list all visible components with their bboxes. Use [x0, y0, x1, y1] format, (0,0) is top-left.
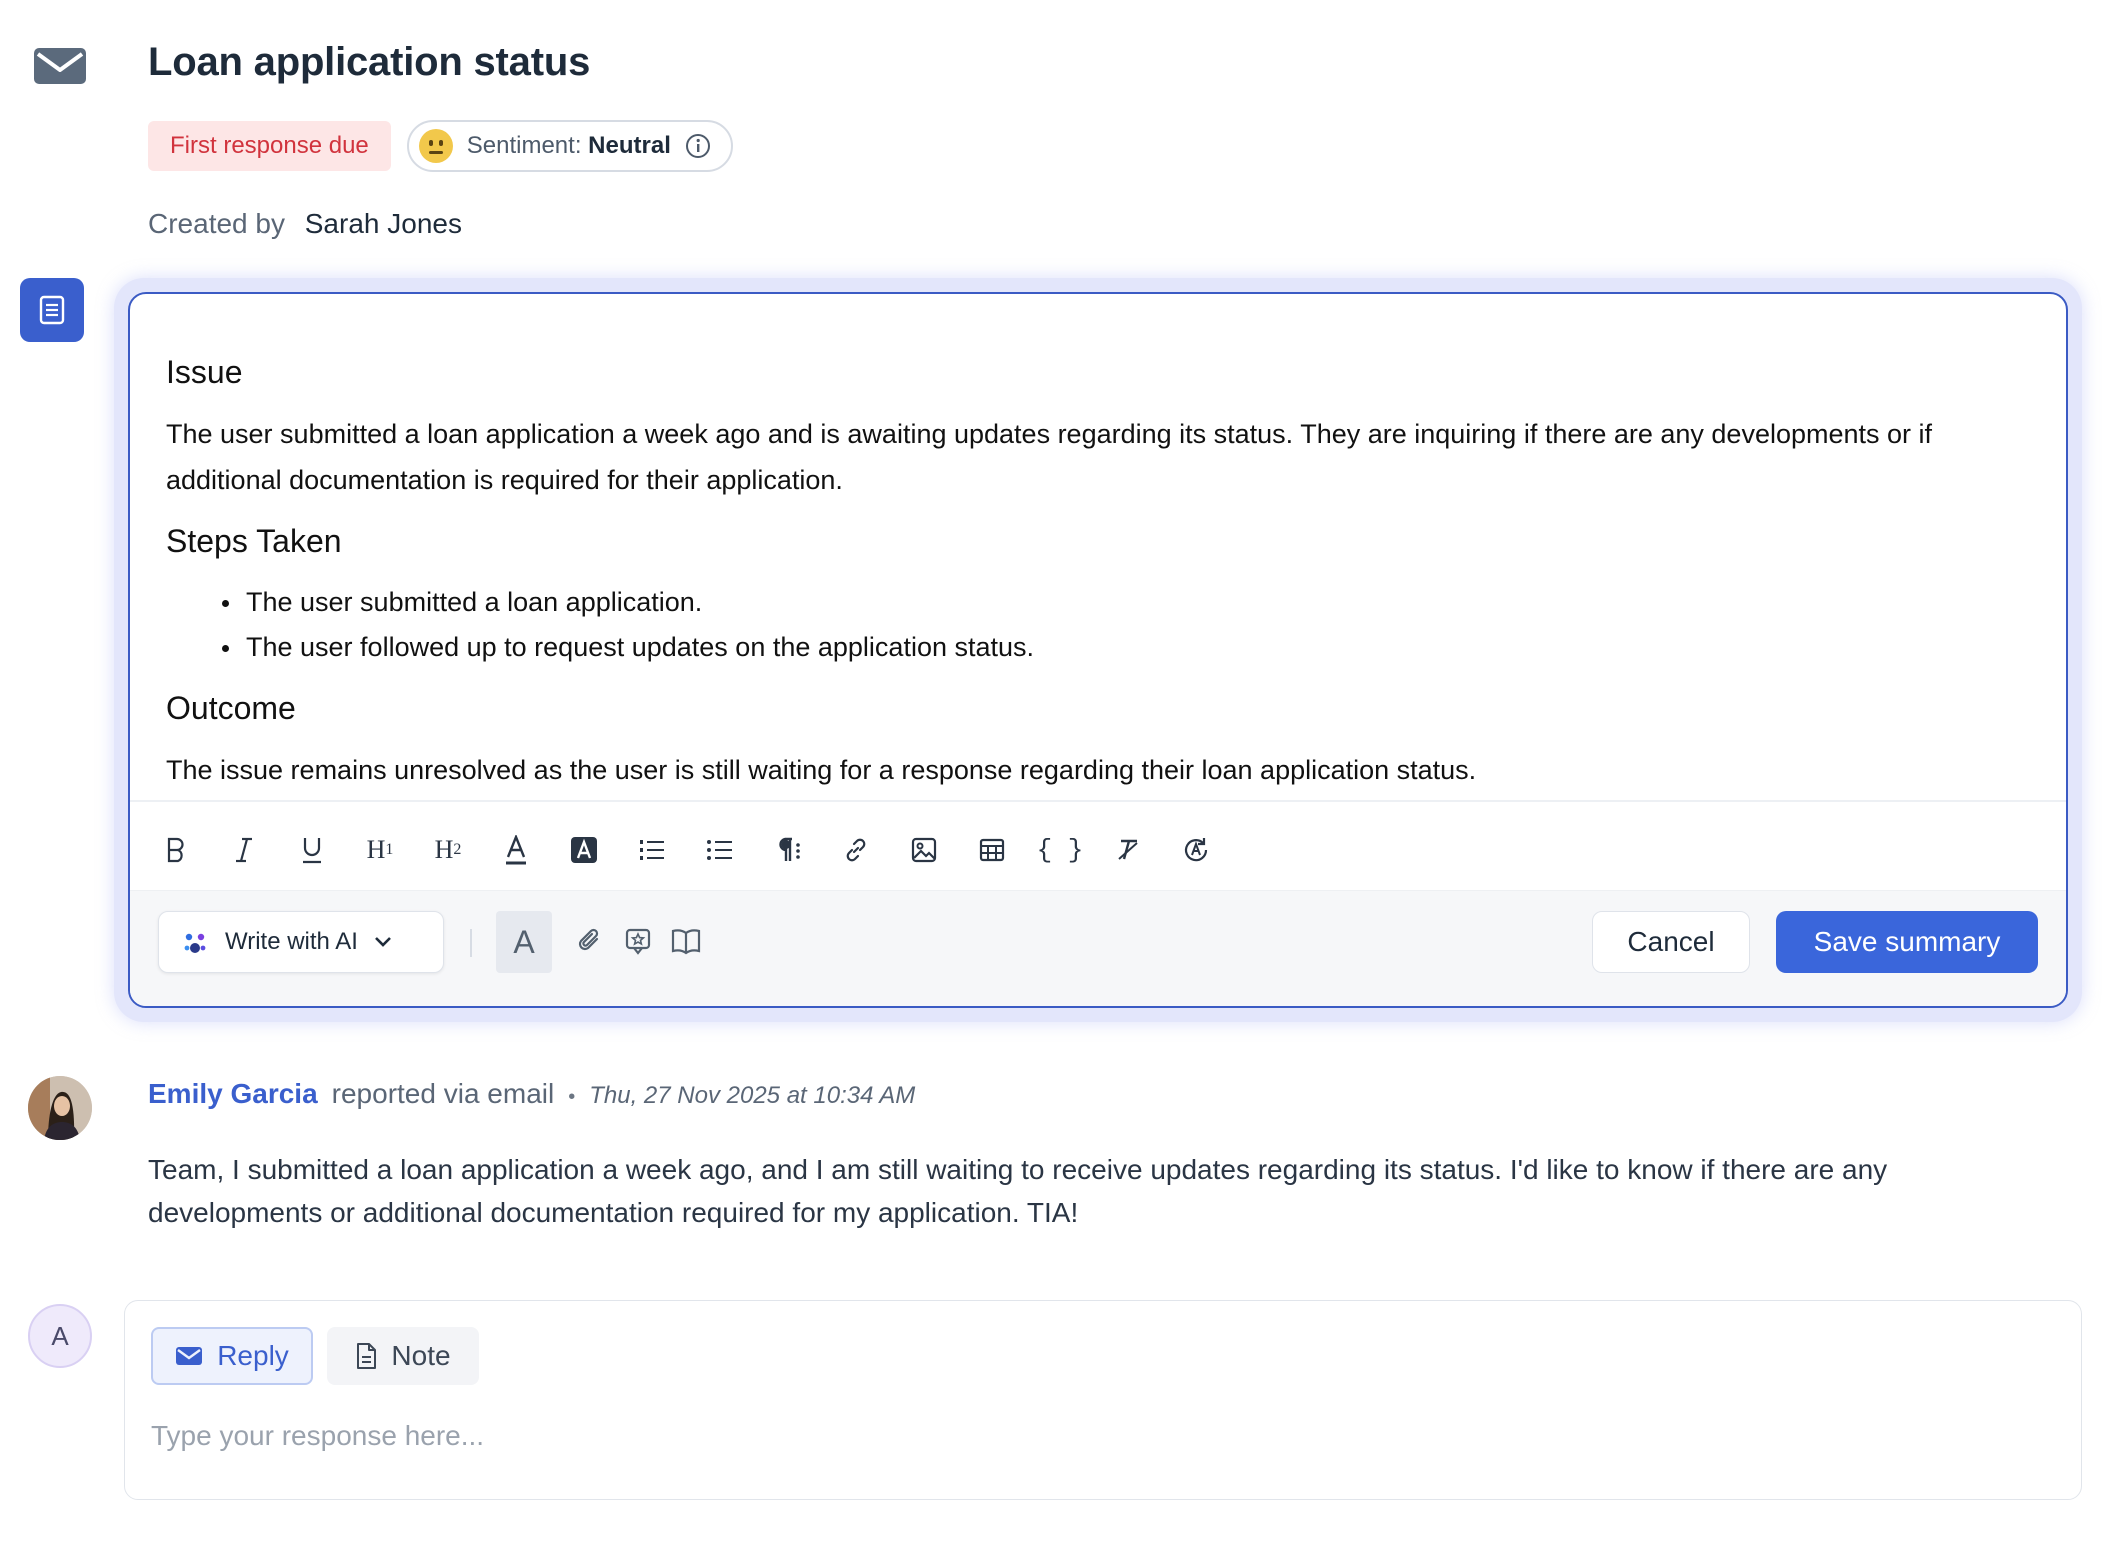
- issue-heading: Issue: [166, 354, 243, 390]
- toolbar-divider: [130, 800, 2066, 802]
- tab-reply-label: Reply: [217, 1340, 289, 1371]
- ai-sparkle-icon: [184, 933, 206, 953]
- created-by-name[interactable]: Sarah Jones: [305, 208, 462, 239]
- created-by-label: Created by: [148, 208, 285, 239]
- reply-composer: Reply Note: [124, 1300, 2082, 1500]
- issue-text: The user submitted a loan application a …: [166, 419, 1933, 495]
- message-timestamp: Thu, 27 Nov 2025 at 10:34 AM: [589, 1082, 916, 1109]
- created-by: Created by Sarah Jones: [148, 208, 462, 240]
- summary-editor[interactable]: Issue The user submitted a loan applicat…: [128, 292, 2068, 1008]
- cancel-button[interactable]: Cancel: [1592, 911, 1750, 973]
- sentiment-value: Neutral: [588, 132, 671, 159]
- ticket-title: Loan application status: [148, 40, 591, 84]
- steps-list: The user submitted a loan application. T…: [222, 580, 2036, 670]
- highlight-icon[interactable]: [560, 826, 608, 874]
- format-toolbar: H1 H2 { }: [152, 816, 1220, 884]
- sentiment-text: Sentiment: Neutral: [467, 132, 671, 160]
- write-with-ai-label: Write with AI: [225, 928, 358, 955]
- first-response-due-badge: First response due: [148, 121, 391, 171]
- document-icon: [39, 295, 65, 325]
- code-block-icon[interactable]: { }: [1036, 826, 1084, 874]
- italic-icon[interactable]: [220, 826, 268, 874]
- list-item: The user submitted a loan application.: [222, 580, 2036, 625]
- saved-reply-icon[interactable]: [614, 917, 662, 965]
- outcome-heading: Outcome: [166, 690, 296, 726]
- knowledge-base-icon[interactable]: [662, 917, 710, 965]
- list-item: The user followed up to request updates …: [222, 625, 2036, 670]
- heading2-icon[interactable]: H2: [424, 826, 472, 874]
- sentiment-label: Sentiment:: [466, 132, 582, 159]
- tab-reply[interactable]: Reply: [151, 1327, 313, 1385]
- link-icon[interactable]: [832, 826, 880, 874]
- message-channel: reported via email: [331, 1078, 555, 1109]
- summary-content[interactable]: Issue The user submitted a loan applicat…: [166, 354, 2036, 813]
- agent-avatar[interactable]: A: [28, 1304, 92, 1368]
- underline-icon[interactable]: [288, 826, 336, 874]
- info-icon[interactable]: [685, 133, 711, 159]
- separator-dot: •: [568, 1086, 576, 1108]
- outcome-text: The issue remains unresolved as the user…: [166, 755, 1477, 785]
- separator: [470, 929, 472, 957]
- chevron-down-icon: [375, 937, 391, 947]
- write-with-ai-button[interactable]: Write with AI: [158, 911, 444, 973]
- summary-icon-button[interactable]: [20, 278, 84, 342]
- message-header: Emily Garcia reported via email • Thu, 2…: [148, 1078, 915, 1110]
- reply-input[interactable]: [151, 1413, 2051, 1459]
- attachment-icon[interactable]: [566, 917, 614, 965]
- message-body: Team, I submitted a loan application a w…: [148, 1154, 1888, 1228]
- ticket-tags: First response due Sentiment: Neutral: [148, 120, 733, 172]
- tab-note[interactable]: Note: [327, 1327, 479, 1385]
- editor-action-bar: Write with AI A Cancel Save summary: [130, 890, 2066, 1006]
- text-color-icon[interactable]: [492, 826, 540, 874]
- bold-icon[interactable]: [152, 826, 200, 874]
- image-icon[interactable]: [900, 826, 948, 874]
- email-channel-icon: [34, 48, 86, 84]
- auto-format-icon[interactable]: [1172, 826, 1220, 874]
- avatar[interactable]: [28, 1076, 92, 1140]
- message-author[interactable]: Emily Garcia: [148, 1078, 318, 1110]
- ordered-list-icon[interactable]: [628, 826, 676, 874]
- note-icon: [357, 1343, 377, 1369]
- heading1-icon[interactable]: H1: [356, 826, 404, 874]
- user-photo-icon: [28, 1076, 92, 1140]
- bullet-list-icon[interactable]: [696, 826, 744, 874]
- table-icon[interactable]: [968, 826, 1016, 874]
- steps-heading: Steps Taken: [166, 523, 342, 559]
- neutral-face-icon: [418, 129, 453, 163]
- sentiment-badge[interactable]: Sentiment: Neutral: [406, 120, 733, 172]
- font-style-button[interactable]: A: [496, 911, 552, 973]
- clear-format-icon[interactable]: [1104, 826, 1152, 874]
- tab-note-label: Note: [391, 1340, 451, 1371]
- save-summary-button[interactable]: Save summary: [1776, 911, 2038, 973]
- paragraph-icon[interactable]: [764, 826, 812, 874]
- mail-icon: [176, 1347, 203, 1365]
